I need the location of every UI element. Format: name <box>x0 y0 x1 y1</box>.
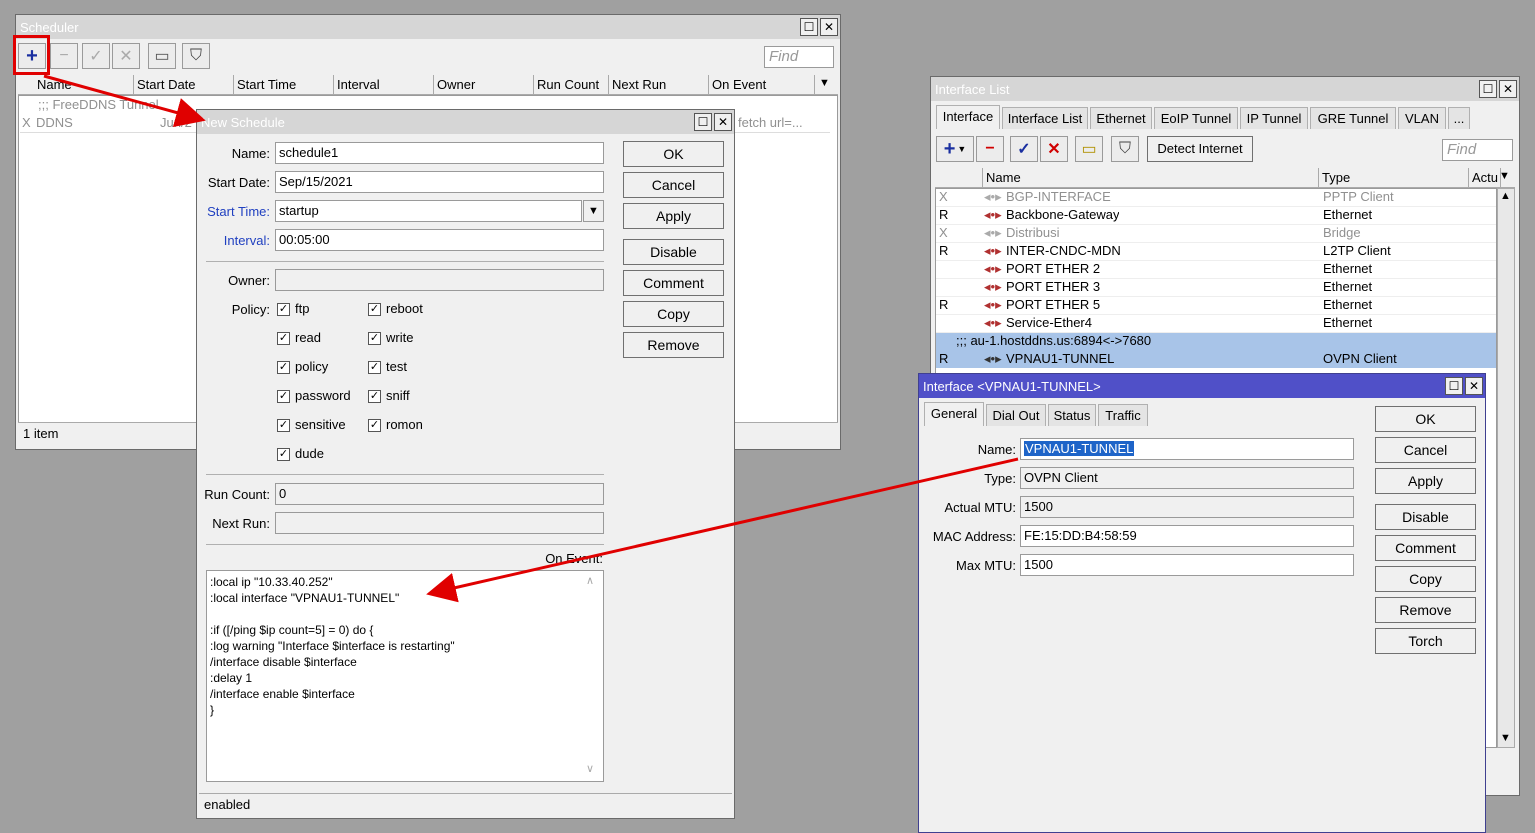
annotation-arrow <box>426 457 1019 603</box>
annotation-arrow <box>43 74 206 128</box>
annotation-arrows <box>43 74 1019 603</box>
